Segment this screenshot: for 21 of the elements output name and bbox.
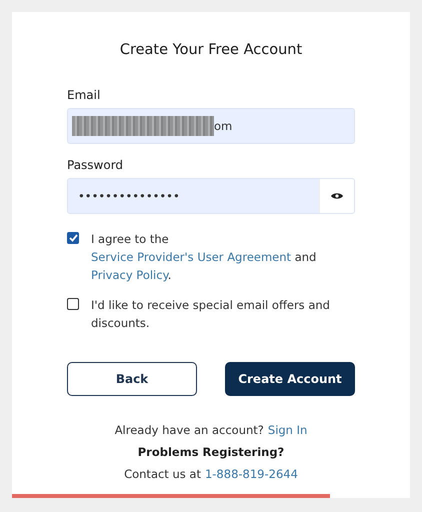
- signin-prompt: Already have an account?: [114, 423, 264, 437]
- checkbox-label: I agree to the Service Provider's User Agreement and Privacy Policy.: [91, 231, 318, 284]
- back-button[interactable]: Back: [67, 362, 197, 396]
- form-title: Create Your Free Account: [118, 42, 304, 58]
- field-label: Password: [67, 158, 124, 172]
- checkbox[interactable]: [67, 298, 79, 310]
- link[interactable]: Privacy Policy: [91, 268, 168, 282]
- sign-in-link[interactable]: Sign In: [268, 423, 308, 437]
- input-field[interactable]: •••••••••••••••: [67, 178, 355, 214]
- link[interactable]: Agreement: [227, 250, 292, 264]
- input-field[interactable]: om: [67, 108, 355, 144]
- link[interactable]: Service Provider's User: [91, 250, 228, 264]
- contact-text: Contact us at: [124, 467, 201, 481]
- checkbox[interactable]: [67, 232, 79, 244]
- checkbox-label: I'd like to receive special email offers and discounts.: [91, 297, 331, 332]
- show-password-button[interactable]: [319, 179, 354, 213]
- problems-heading: Problems Registering?: [138, 445, 284, 459]
- field-label: Email: [67, 88, 102, 102]
- phone-link[interactable]: 1-888-819-2644: [204, 467, 298, 481]
- create-account-button[interactable]: Create Account: [225, 362, 355, 396]
- eye-icon: [331, 192, 343, 200]
